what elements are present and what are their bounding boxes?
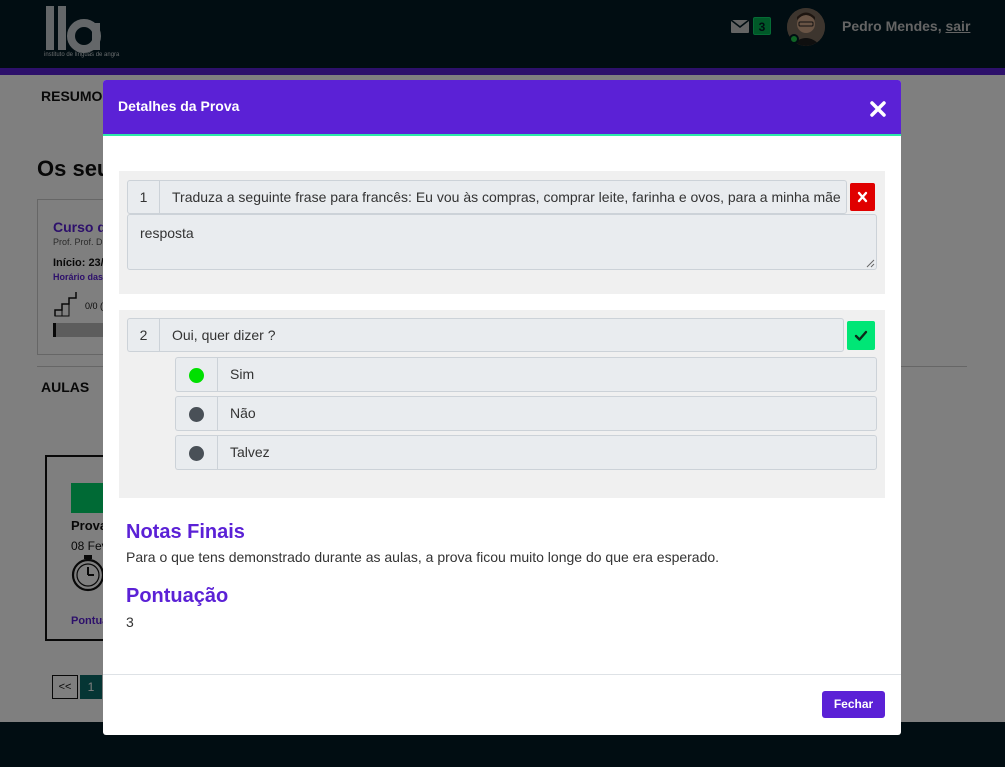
modal-header: Detalhes da Prova	[103, 80, 901, 136]
question-2-header: 2 Oui, quer dizer ?	[127, 318, 844, 352]
radio-icon	[189, 446, 204, 461]
final-notes-text: Para o que tens demonstrado durante as a…	[126, 549, 720, 565]
option-label: Não	[217, 396, 877, 431]
option-radio[interactable]	[175, 357, 217, 392]
option-label: Sim	[217, 357, 877, 392]
score-heading: Pontuação	[126, 585, 229, 607]
question-number: 1	[127, 180, 159, 214]
question-text: Traduza a seguinte frase para francês: E…	[159, 180, 847, 214]
answer-textarea[interactable]: resposta	[127, 214, 877, 270]
option-nao[interactable]: Não	[175, 396, 877, 431]
option-radio[interactable]	[175, 435, 217, 470]
radio-selected-icon	[189, 368, 204, 383]
close-button[interactable]: Fechar	[822, 691, 885, 718]
score-value: 3	[126, 614, 134, 630]
question-1: 1 Traduza a seguinte frase para francês:…	[119, 171, 885, 294]
final-notes-heading: Notas Finais	[126, 521, 245, 543]
question-2: 2 Oui, quer dizer ? Sim Não Talvez	[119, 310, 885, 498]
modal-title: Detalhes da Prova	[118, 98, 240, 114]
exam-details-modal: Detalhes da Prova 1 Traduza a seguinte f…	[103, 80, 901, 735]
wrong-answer-badge	[850, 183, 875, 211]
option-talvez[interactable]: Talvez	[175, 435, 877, 470]
question-text: Oui, quer dizer ?	[159, 318, 844, 352]
modal-footer-divider	[103, 674, 901, 675]
resize-grip-icon[interactable]	[866, 259, 875, 268]
question-number: 2	[127, 318, 159, 352]
option-radio[interactable]	[175, 396, 217, 431]
check-icon	[854, 330, 868, 341]
option-sim[interactable]: Sim	[175, 357, 877, 392]
close-icon	[857, 191, 868, 203]
radio-icon	[189, 407, 204, 422]
correct-answer-badge	[847, 321, 875, 350]
option-label: Talvez	[217, 435, 877, 470]
answer-text: resposta	[140, 225, 194, 241]
question-1-header: 1 Traduza a seguinte frase para francês:…	[127, 180, 847, 214]
close-icon[interactable]	[869, 100, 887, 118]
